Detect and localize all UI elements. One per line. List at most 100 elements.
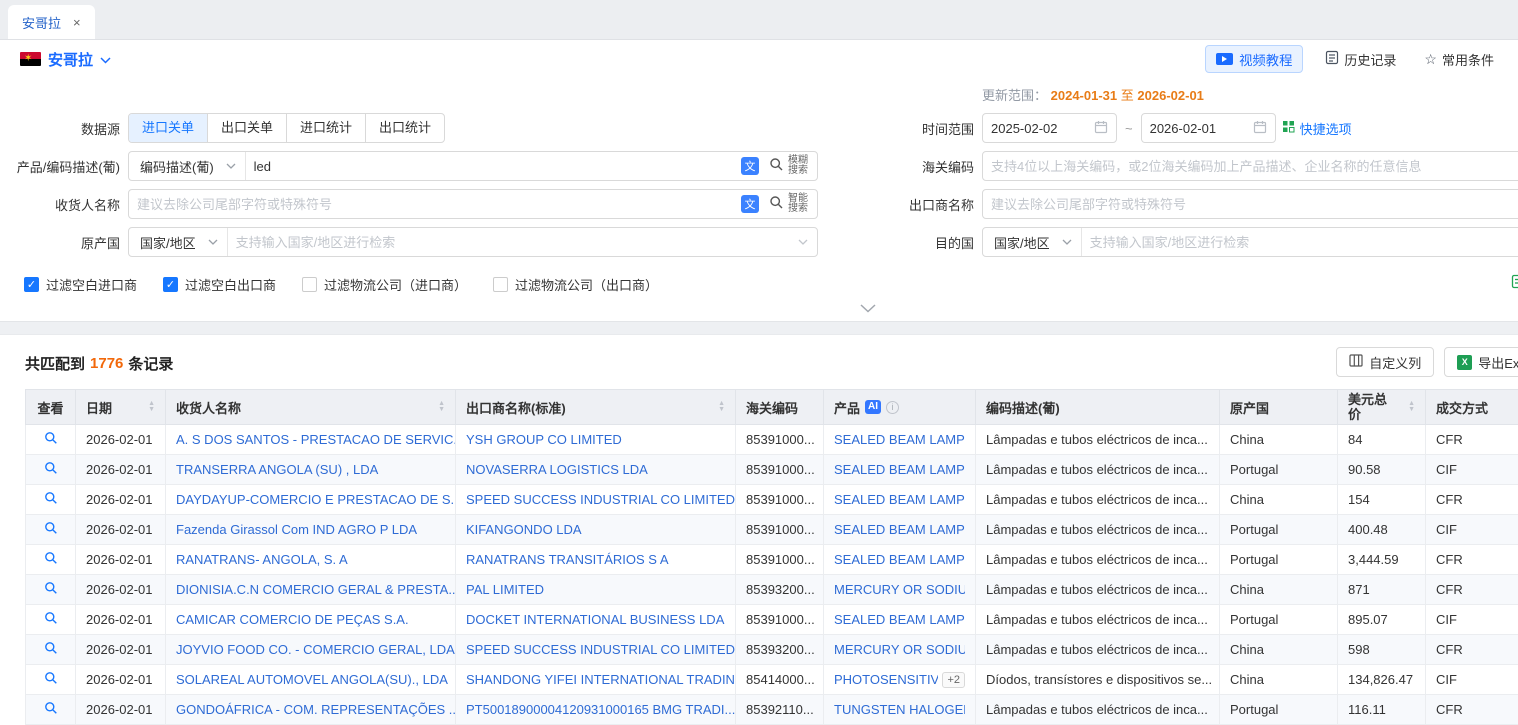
cell-date: 2026-02-01 bbox=[76, 515, 166, 545]
view-magnifier-icon[interactable] bbox=[44, 431, 58, 445]
quick-options-link[interactable]: 快捷选项 bbox=[1282, 119, 1352, 138]
sort-icon[interactable]: ▲▼ bbox=[718, 401, 725, 413]
origin-country-input[interactable] bbox=[228, 229, 798, 255]
cell-consignee[interactable]: SOLAREAL AUTOMOVEL ANGOLA(SU)., LDA bbox=[166, 665, 456, 695]
filter-checkbox[interactable]: 过滤物流公司（进口商） bbox=[302, 275, 467, 294]
view-magnifier-icon[interactable] bbox=[44, 581, 58, 595]
cell-consignee[interactable]: GONDOÁFRICA - COM. REPRESENTAÇÕES ... bbox=[166, 695, 456, 725]
update-range: 更新范围： 2024-01-31 至 2026-02-01 bbox=[982, 85, 1518, 104]
cell-exporter[interactable]: SPEED SUCCESS INDUSTRIAL CO LIMITED bbox=[456, 485, 736, 515]
cell-product-text[interactable]: SEALED BEAM LAMP ... bbox=[834, 462, 965, 477]
cell-description: Lâmpadas e tubos eléctricos de inca... bbox=[976, 605, 1220, 635]
custom-columns-button[interactable]: 自定义列 bbox=[1336, 347, 1434, 377]
product-field-select[interactable]: 编码描述(葡) bbox=[129, 152, 246, 180]
collapse-chevron-icon[interactable] bbox=[860, 301, 876, 316]
cell-consignee[interactable]: JOYVIO FOOD CO. - COMERCIO GERAL, LDA bbox=[166, 635, 456, 665]
view-magnifier-icon[interactable] bbox=[44, 551, 58, 565]
date-end-input[interactable]: 2026-02-01 bbox=[1141, 113, 1276, 143]
tab-import-statistics[interactable]: 进口统计 bbox=[286, 114, 365, 142]
cell-consignee[interactable]: RANATRANS- ANGOLA, S. A bbox=[166, 545, 456, 575]
translate-icon[interactable]: 文 bbox=[741, 195, 759, 213]
info-icon[interactable]: i bbox=[886, 401, 899, 414]
sort-icon[interactable]: ▲▼ bbox=[148, 401, 155, 413]
cell-product-text[interactable]: PHOTOSENSITIV... bbox=[834, 672, 938, 687]
cell-exporter[interactable]: NOVASERRA LOGISTICS LDA bbox=[456, 455, 736, 485]
cell-consignee[interactable]: A. S DOS SANTOS - PRESTACAO DE SERVIC... bbox=[166, 425, 456, 455]
cell-product-text[interactable]: MERCURY OR SODIU... bbox=[834, 582, 965, 597]
cell-consignee[interactable]: CAMICAR COMERCIO DE PEÇAS S.A. bbox=[166, 605, 456, 635]
tab-export-statistics[interactable]: 出口统计 bbox=[365, 114, 444, 142]
origin-type-select[interactable]: 国家/地区 bbox=[129, 228, 228, 256]
saved-filters-icon[interactable] bbox=[1511, 274, 1518, 289]
translate-icon[interactable]: 文 bbox=[741, 157, 759, 175]
cell-consignee[interactable]: DIONISIA.C.N COMERCIO GERAL & PRESTA... bbox=[166, 575, 456, 605]
cell-exporter[interactable]: SHANDONG YIFEI INTERNATIONAL TRADIN... bbox=[456, 665, 736, 695]
cell-product-text[interactable]: SEALED BEAM LAMP ... bbox=[834, 432, 965, 447]
cell-product-text[interactable]: SEALED BEAM LAMP ... bbox=[834, 492, 965, 507]
cell-exporter[interactable]: DOCKET INTERNATIONAL BUSINESS LDA bbox=[456, 605, 736, 635]
history-button[interactable]: 历史记录 bbox=[1319, 49, 1402, 70]
cell-product-text[interactable]: MERCURY OR SODIU... bbox=[834, 642, 965, 657]
cell-exporter[interactable]: PT50018900004120931000165 BMG TRADI... bbox=[456, 695, 736, 725]
view-magnifier-icon[interactable] bbox=[44, 701, 58, 715]
cell-exporter[interactable]: YSH GROUP CO LIMITED bbox=[456, 425, 736, 455]
history-label: 历史记录 bbox=[1344, 50, 1396, 69]
cell-description: Lâmpadas e tubos eléctricos de inca... bbox=[976, 455, 1220, 485]
product-search-group: 编码描述(葡) 文 模糊搜索 bbox=[128, 151, 818, 181]
smart-search-button[interactable]: 智能搜索 bbox=[765, 190, 817, 218]
cell-exporter[interactable]: KIFANGONDO LDA bbox=[456, 515, 736, 545]
chevron-down-icon[interactable] bbox=[798, 239, 808, 245]
col-price[interactable]: 美元总价▲▼ bbox=[1338, 390, 1426, 425]
video-tutorial-button[interactable]: 视频教程 bbox=[1205, 45, 1303, 73]
col-consignee[interactable]: 收货人名称▲▼ bbox=[166, 390, 456, 425]
filter-checkbox[interactable]: 过滤物流公司（出口商） bbox=[493, 275, 658, 294]
sort-icon[interactable]: ▲▼ bbox=[438, 401, 445, 413]
sort-icon[interactable]: ▲▼ bbox=[1408, 401, 1415, 413]
cell-product-text[interactable]: SEALED BEAM LAMP ... bbox=[834, 612, 965, 627]
exporter-input[interactable] bbox=[982, 189, 1518, 219]
product-more-badge[interactable]: +2 bbox=[942, 672, 965, 688]
cell-exporter[interactable]: RANATRANS TRANSITÁRIOS S A bbox=[456, 545, 736, 575]
cell-consignee[interactable]: DAYDAYUP-COMERCIO E PRESTACAO DE S... bbox=[166, 485, 456, 515]
cell-product-text[interactable]: SEALED BEAM LAMP ... bbox=[834, 552, 965, 567]
cell-consignee[interactable]: TRANSERRA ANGOLA (SU) , LDA bbox=[166, 455, 456, 485]
country-selector[interactable]: ✶ 安哥拉 bbox=[20, 49, 111, 70]
tab-import-declarations[interactable]: 进口关单 bbox=[129, 114, 207, 142]
tab-export-declarations[interactable]: 出口关单 bbox=[207, 114, 286, 142]
col-date[interactable]: 日期▲▼ bbox=[76, 390, 166, 425]
magnifier-icon bbox=[769, 195, 784, 213]
destination-type-select[interactable]: 国家/地区 bbox=[983, 228, 1082, 256]
time-range-label: 时间范围 bbox=[862, 119, 974, 138]
view-magnifier-icon[interactable] bbox=[44, 521, 58, 535]
cell-description: Lâmpadas e tubos eléctricos de inca... bbox=[976, 695, 1220, 725]
destination-country-input[interactable] bbox=[1082, 229, 1518, 255]
export-excel-button[interactable]: X 导出Excel bbox=[1444, 347, 1518, 377]
cell-exporter[interactable]: SPEED SUCCESS INDUSTRIAL CO LIMITED bbox=[456, 635, 736, 665]
filter-checkbox[interactable]: 过滤空白出口商 bbox=[163, 275, 276, 294]
update-range-end: 2026-02-01 bbox=[1137, 88, 1204, 103]
hs-code-input[interactable] bbox=[982, 151, 1518, 181]
close-icon[interactable]: × bbox=[73, 16, 81, 29]
checkbox-icon bbox=[24, 277, 39, 292]
tab-angola[interactable]: 安哥拉 × bbox=[8, 5, 95, 39]
cell-exporter[interactable]: PAL LIMITED bbox=[456, 575, 736, 605]
view-magnifier-icon[interactable] bbox=[44, 461, 58, 475]
filter-checkbox[interactable]: 过滤空白进口商 bbox=[24, 275, 137, 294]
date-start-input[interactable]: 2025-02-02 bbox=[982, 113, 1117, 143]
fuzzy-search-label-2: 搜索 bbox=[788, 165, 808, 176]
view-magnifier-icon[interactable] bbox=[44, 641, 58, 655]
fuzzy-search-button[interactable]: 模糊搜索 bbox=[765, 152, 817, 180]
cell-origin: China bbox=[1220, 485, 1338, 515]
cell-product-text[interactable]: SEALED BEAM LAMP ... bbox=[834, 522, 965, 537]
cell-product-text[interactable]: TUNGSTEN HALOGEN... bbox=[834, 702, 965, 717]
cell-method: CFR bbox=[1426, 695, 1518, 725]
view-magnifier-icon[interactable] bbox=[44, 671, 58, 685]
favorites-button[interactable]: ☆ 常用条件 bbox=[1418, 49, 1500, 70]
product-input[interactable] bbox=[246, 153, 735, 179]
consignee-input[interactable] bbox=[129, 191, 735, 217]
filter-collapse-bar bbox=[0, 299, 1518, 321]
cell-consignee[interactable]: Fazenda Girassol Com IND AGRO P LDA bbox=[166, 515, 456, 545]
view-magnifier-icon[interactable] bbox=[44, 491, 58, 505]
view-magnifier-icon[interactable] bbox=[44, 611, 58, 625]
col-exporter[interactable]: 出口商名称(标准)▲▼ bbox=[456, 390, 736, 425]
